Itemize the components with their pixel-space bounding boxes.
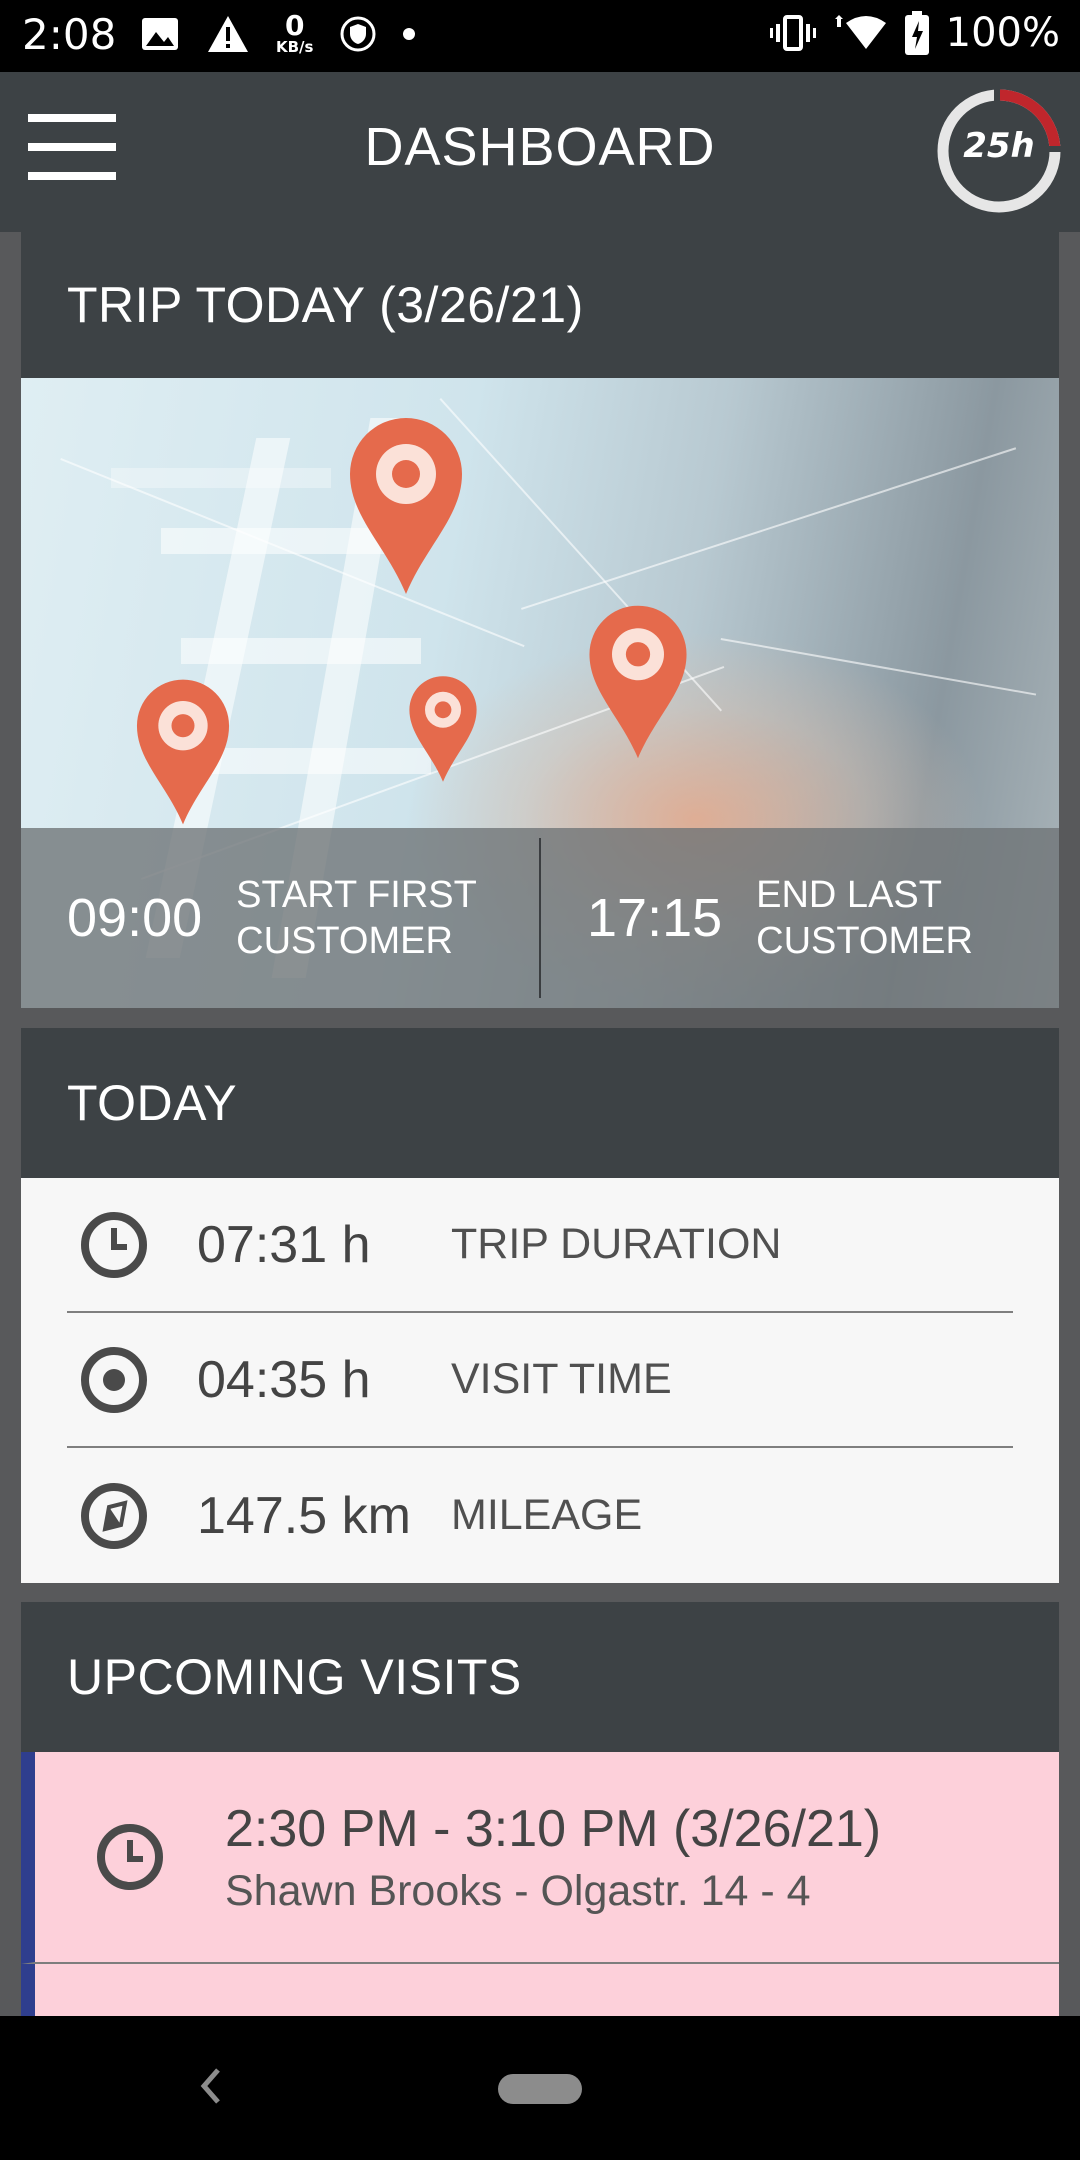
app-bar: DASHBOARD 25h: [0, 72, 1080, 232]
dashboard-content[interactable]: TRIP TODAY (3/26/21) 09:00 START FIRST C…: [0, 232, 1080, 2016]
trip-duration-label: TRIP DURATION: [451, 1220, 782, 1268]
clock-icon: [81, 1211, 147, 1278]
upcoming-visits-title: UPCOMING VISITS: [67, 1649, 522, 1705]
trip-map-image: 09:00 START FIRST CUSTOMER 17:15 END LAS…: [21, 378, 1059, 1008]
visit-time-label: VISIT TIME: [451, 1355, 672, 1403]
map-pin-icon: [350, 418, 462, 594]
trip-duration-value: 07:31 h: [197, 1215, 371, 1274]
navigation-bar: [0, 2016, 1080, 2160]
trip-today-title: TRIP TODAY (3/26/21): [67, 277, 584, 333]
mileage-row: 147.5 km MILEAGE: [67, 1448, 1013, 1583]
trip-today-card: TRIP TODAY (3/26/21) 09:00 START FIRST C…: [21, 232, 1059, 1008]
timer-badge[interactable]: 25h: [934, 86, 1064, 216]
compass-icon: [81, 1482, 147, 1549]
today-title: TODAY: [67, 1075, 238, 1131]
image-icon: [142, 17, 178, 50]
clock-icon: [97, 1824, 163, 1890]
target-icon: [81, 1346, 147, 1413]
visit-time-range: 2:30 PM - 3:10 PM (3/26/21): [225, 1799, 882, 1858]
page-title: DASHBOARD: [364, 117, 716, 177]
visit-detail: Shawn Brooks - Olgastr. 14 - 4: [225, 1866, 811, 1915]
map-pin-icon: [589, 605, 687, 759]
today-header: TODAY: [21, 1028, 1059, 1178]
battery-charging-icon: [904, 11, 929, 55]
vibrate-icon: [769, 15, 816, 51]
trip-start-time: 09:00: [67, 888, 203, 948]
network-speed: 0 KB/s: [276, 9, 314, 56]
visit-text: 2:30 PM - 3:10 PM (3/26/21) Shawn Brooks…: [225, 1799, 881, 1916]
map-pin-icon: [136, 679, 230, 825]
wifi-icon: [834, 15, 886, 49]
trip-start-label: START FIRST CUSTOMER: [236, 874, 477, 962]
more-notifications-dot: [403, 27, 416, 40]
visit-item[interactable]: [21, 1964, 1059, 2016]
trip-end: 17:15 END LAST CUSTOMER: [541, 872, 1059, 964]
home-pill-button[interactable]: [498, 2074, 582, 2104]
visit-time-value: 04:35 h: [197, 1350, 371, 1409]
trip-duration-row: 07:31 h TRIP DURATION: [67, 1178, 1013, 1313]
upcoming-visits-header: UPCOMING VISITS: [21, 1602, 1059, 1752]
today-card: TODAY 07:31 h TRIP DURATION 04:35 h VISI…: [21, 1028, 1059, 1583]
today-stats-list: 07:31 h TRIP DURATION 04:35 h VISIT TIME…: [21, 1178, 1059, 1583]
status-time: 2:08: [22, 10, 117, 59]
visit-time-row: 04:35 h VISIT TIME: [67, 1313, 1013, 1448]
back-icon[interactable]: [190, 2056, 230, 2116]
trip-times-bar: 09:00 START FIRST CUSTOMER 17:15 END LAS…: [21, 828, 1059, 1008]
mileage-value: 147.5 km: [197, 1486, 411, 1545]
warning-icon: [208, 15, 248, 52]
trip-end-label: END LAST CUSTOMER: [756, 874, 973, 962]
timer-badge-label: 25h: [963, 126, 1035, 166]
visit-item[interactable]: 2:30 PM - 3:10 PM (3/26/21) Shawn Brooks…: [21, 1752, 1059, 1964]
vpn-shield-icon: [340, 16, 376, 51]
status-bar: 2:08 0 KB/s 100%: [0, 0, 1080, 72]
battery-percentage: 100%: [945, 10, 1060, 56]
trip-start: 09:00 START FIRST CUSTOMER: [21, 872, 539, 964]
system-icons: 100%: [769, 10, 1060, 56]
trip-today-header: TRIP TODAY (3/26/21): [21, 232, 1059, 378]
notification-icons: 0 KB/s: [140, 9, 416, 56]
trip-end-time: 17:15: [587, 888, 723, 948]
map-pin-icon: [409, 676, 477, 782]
mileage-label: MILEAGE: [451, 1491, 643, 1539]
upcoming-visits-card: UPCOMING VISITS 2:30 PM - 3:10 PM (3/26/…: [21, 1602, 1059, 2016]
